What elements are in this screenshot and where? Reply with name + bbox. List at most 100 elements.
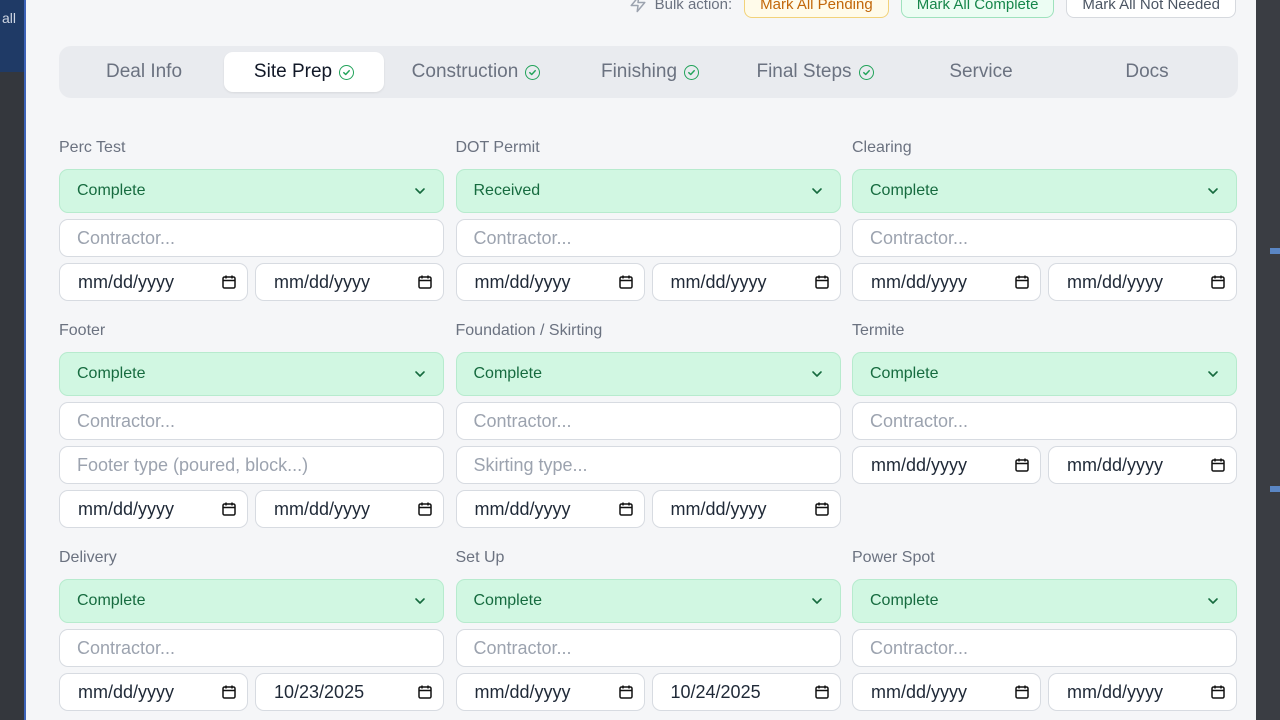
contractor-input[interactable]: Contractor... (852, 219, 1237, 257)
calendar-icon[interactable] (221, 684, 237, 700)
start-date-input[interactable]: mm/dd/yyyy (59, 490, 248, 528)
chevron-down-icon (811, 371, 822, 377)
date-value: mm/dd/yyyy (474, 498, 571, 519)
contractor-input[interactable]: Contractor... (455, 629, 841, 667)
end-date-input[interactable]: mm/dd/yyyy (651, 263, 841, 301)
date-value: mm/dd/yyyy (670, 271, 767, 292)
end-date-input[interactable]: 10/24/2025 (651, 673, 841, 711)
calendar-icon[interactable] (221, 501, 237, 517)
task-card-dot-permit: DOT Permit Received Contractor... mm/dd/… (455, 128, 841, 301)
mark-all-complete-button[interactable]: Mark All Complete (900, 0, 1055, 18)
task-label: Clearing (852, 139, 912, 156)
start-date-input[interactable]: mm/dd/yyyy (59, 673, 248, 711)
status-select[interactable]: Complete (852, 579, 1237, 623)
date-value: mm/dd/yyyy (78, 681, 175, 702)
status-value: Complete (77, 592, 146, 609)
tab-label: Service (949, 61, 1013, 82)
contractor-input[interactable]: Contractor... (852, 629, 1237, 667)
calendar-icon[interactable] (1210, 457, 1226, 473)
start-date-input[interactable]: mm/dd/yyyy (852, 263, 1041, 301)
contractor-input[interactable]: Contractor... (59, 629, 444, 667)
status-select[interactable]: Complete (455, 579, 841, 623)
bolt-icon (630, 0, 646, 13)
end-date-input[interactable]: mm/dd/yyyy (255, 263, 444, 301)
progress-modal: Bulk action: Mark All Pending Mark All C… (24, 0, 1256, 720)
start-date-input[interactable]: mm/dd/yyyy (852, 673, 1041, 711)
chevron-down-icon (811, 598, 822, 604)
date-value: mm/dd/yyyy (871, 681, 968, 702)
date-value: 10/24/2025 (670, 681, 761, 702)
end-date-input[interactable]: mm/dd/yyyy (1048, 263, 1237, 301)
status-select[interactable]: Complete (59, 579, 444, 623)
task-card-footer: Footer Complete Contractor... Footer typ… (59, 301, 444, 528)
task-card-termite: Termite Complete Contractor... mm/dd/yyy… (852, 301, 1237, 528)
skirting-type-input[interactable]: Skirting type... (455, 446, 841, 484)
task-label: Foundation / Skirting (455, 322, 603, 339)
status-select[interactable]: Complete (852, 169, 1237, 213)
calendar-icon[interactable] (814, 274, 830, 290)
calendar-icon[interactable] (221, 274, 237, 290)
tab-site-prep[interactable]: Site Prep (224, 52, 384, 92)
date-value: mm/dd/yyyy (1067, 454, 1164, 475)
mark-all-not-needed-button[interactable]: Mark All Not Needed (1066, 0, 1236, 18)
calendar-icon[interactable] (1014, 684, 1030, 700)
calendar-icon[interactable] (618, 501, 634, 517)
calendar-icon[interactable] (1210, 274, 1226, 290)
start-date-input[interactable]: mm/dd/yyyy (59, 263, 248, 301)
calendar-icon[interactable] (417, 684, 433, 700)
status-select[interactable]: Complete (59, 352, 444, 396)
calendar-icon[interactable] (618, 684, 634, 700)
task-card-clearing: Clearing Complete Contractor... mm/dd/yy… (852, 128, 1237, 301)
status-value: Complete (870, 365, 939, 382)
contractor-input[interactable]: Contractor... (455, 402, 841, 440)
contractor-input[interactable]: Contractor... (59, 219, 444, 257)
calendar-icon[interactable] (417, 501, 433, 517)
task-label: Set Up (455, 549, 505, 566)
calendar-icon[interactable] (1014, 457, 1030, 473)
calendar-icon[interactable] (417, 274, 433, 290)
calendar-icon[interactable] (1014, 274, 1030, 290)
tab-label: Deal Info (105, 61, 183, 82)
task-label: Termite (852, 322, 905, 339)
tab-service[interactable]: Service (898, 52, 1064, 92)
date-value: mm/dd/yyyy (871, 271, 968, 292)
status-value: Complete (870, 182, 939, 199)
end-date-input[interactable]: 10/23/2025 (255, 673, 444, 711)
contractor-input[interactable]: Contractor... (59, 402, 444, 440)
status-select[interactable]: Complete (59, 169, 444, 213)
contractor-input[interactable]: Contractor... (852, 402, 1237, 440)
chevron-down-icon (415, 598, 425, 604)
end-date-input[interactable]: mm/dd/yyyy (651, 490, 841, 528)
calendar-icon[interactable] (1210, 684, 1226, 700)
tab-label: Construction (411, 61, 519, 82)
start-date-input[interactable]: mm/dd/yyyy (455, 490, 645, 528)
tab-construction[interactable]: Construction (384, 52, 568, 92)
tab-docs[interactable]: Docs (1064, 52, 1230, 92)
tab-deal-info[interactable]: Deal Info (64, 52, 224, 92)
check-circle-icon (684, 64, 700, 80)
calendar-icon[interactable] (618, 274, 634, 290)
contractor-input[interactable]: Contractor... (455, 219, 841, 257)
date-value: mm/dd/yyyy (670, 498, 767, 519)
end-date-input[interactable]: mm/dd/yyyy (1048, 673, 1237, 711)
calendar-icon[interactable] (814, 501, 830, 517)
status-select[interactable]: Complete (852, 352, 1237, 396)
tab-final-steps[interactable]: Final Steps (732, 52, 898, 92)
status-select[interactable]: Complete (455, 352, 841, 396)
task-card-perc-test: Perc Test Complete Contractor... mm/dd/y… (59, 128, 444, 301)
date-value: mm/dd/yyyy (274, 271, 371, 292)
tab-finishing[interactable]: Finishing (568, 52, 732, 92)
end-date-input[interactable]: mm/dd/yyyy (1048, 446, 1237, 484)
bulk-action-label: Bulk action: (629, 0, 732, 13)
footer-type-input[interactable]: Footer type (poured, block...) (59, 446, 444, 484)
status-value: Complete (473, 365, 542, 382)
tab-label: Site Prep (253, 61, 333, 82)
start-date-input[interactable]: mm/dd/yyyy (852, 446, 1041, 484)
status-select[interactable]: Received (455, 169, 841, 213)
start-date-input[interactable]: mm/dd/yyyy (455, 673, 645, 711)
background-app-sidebar (0, 72, 24, 720)
start-date-input[interactable]: mm/dd/yyyy (455, 263, 645, 301)
mark-all-pending-button[interactable]: Mark All Pending (744, 0, 889, 18)
end-date-input[interactable]: mm/dd/yyyy (255, 490, 444, 528)
calendar-icon[interactable] (814, 684, 830, 700)
